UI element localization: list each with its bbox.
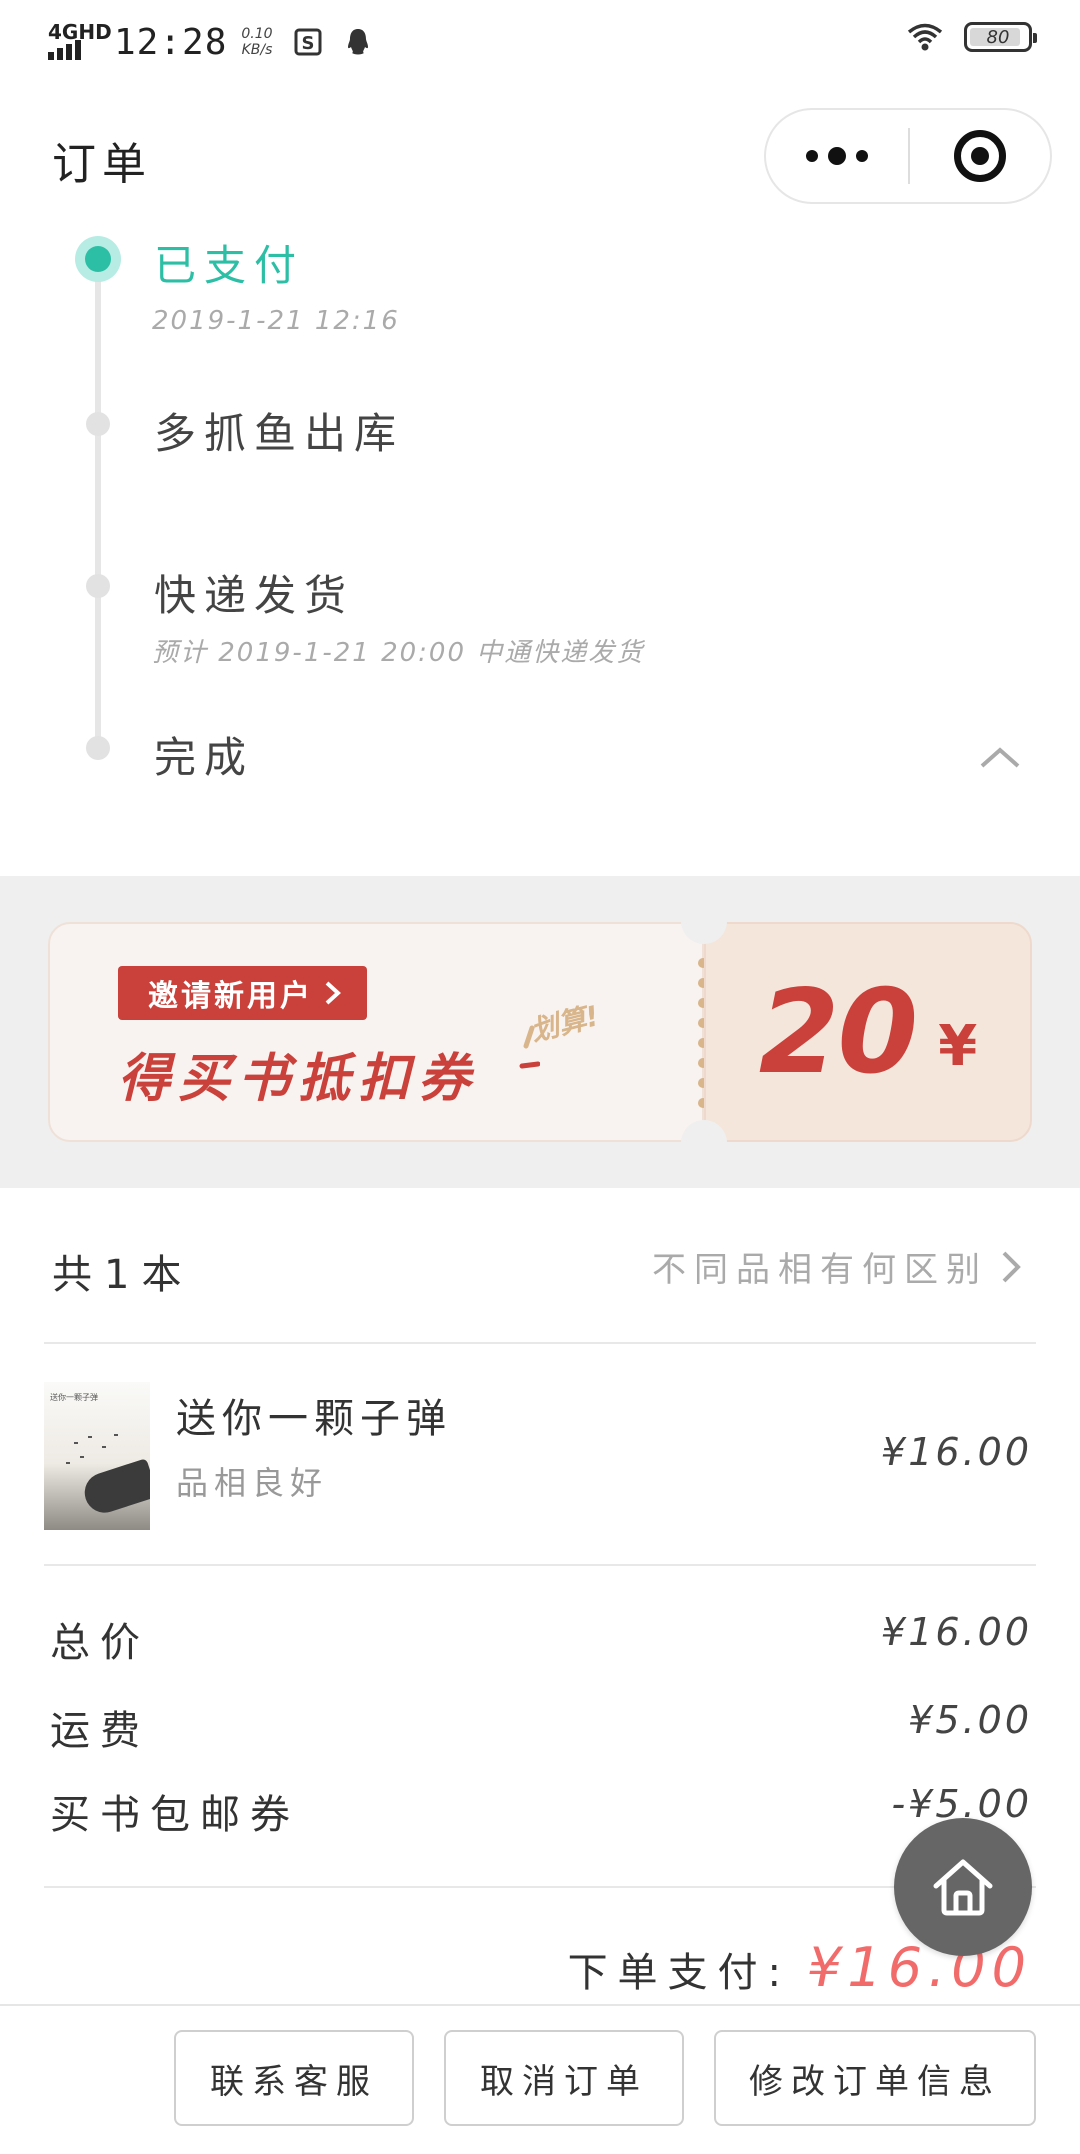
coupon-amount: 20 (758, 964, 918, 1100)
more-dot-icon (856, 150, 868, 162)
wifi-icon (907, 23, 943, 51)
battery-level: 80 (986, 26, 1010, 48)
contact-service-button[interactable]: 联系客服 (174, 2030, 414, 2126)
target-icon (954, 130, 1006, 182)
shipping-row: 运费 ¥5.00 (0, 1698, 1080, 1758)
timeline-step-note: 预计 2019-1-21 20:00 中通快递发货 (152, 638, 645, 668)
book-title: 送你一颗子弹 (176, 1396, 452, 1442)
signal-icon: 4GHD (48, 20, 112, 64)
modify-order-button[interactable]: 修改订单信息 (714, 2030, 1036, 2126)
total-row: 总价 ¥16.00 (0, 1610, 1080, 1670)
shipping-label: 运费 (50, 1708, 150, 1754)
timeline-dot (86, 736, 110, 760)
timeline-dot-active (75, 236, 121, 282)
timeline-step-title: 多抓鱼出库 (154, 409, 405, 458)
list-item[interactable]: 送你一颗子弹 送你一颗子弹 品相良好 ¥16.00 (0, 1346, 1080, 1566)
page-title: 订单 (52, 139, 152, 190)
battery-icon: 80 (964, 22, 1037, 52)
invite-coupon-banner[interactable]: 邀请新用户 划算! 得买书抵扣券 20 ¥ (48, 898, 1032, 1166)
svg-text:S: S (301, 33, 314, 54)
condition-info-link[interactable]: 不同品相有何区别 (652, 1242, 1024, 1291)
invite-tag-label: 邀请新用户 (148, 979, 313, 1014)
timeline-step-title: 完成 (154, 733, 255, 782)
close-button[interactable] (910, 110, 1050, 202)
divider (44, 1342, 1036, 1344)
network-speed: 0.10 KB/s (241, 26, 272, 58)
pay-label: 下单支付: (567, 1950, 792, 1996)
home-icon (933, 1859, 993, 1916)
shipping-value: ¥5.00 (908, 1698, 1032, 1742)
more-dot-icon (828, 147, 846, 165)
more-button[interactable] (766, 110, 908, 202)
timeline-dot (86, 574, 110, 598)
order-timeline: 已支付 2019-1-21 12:16 多抓鱼出库 快递发货 预计 2019-1… (0, 230, 1080, 876)
network-type: 4GHD (48, 20, 112, 44)
total-label: 总价 (50, 1620, 150, 1666)
total-value: ¥16.00 (881, 1610, 1032, 1654)
coupon-label: 买书包邮券 (50, 1792, 300, 1838)
screenshot-icon: S (294, 28, 322, 56)
bottom-action-bar: 联系客服 取消订单 修改订单信息 (0, 2004, 1080, 2154)
book-condition: 品相良好 (176, 1464, 329, 1502)
qq-icon (347, 29, 368, 55)
home-button[interactable] (894, 1818, 1032, 1956)
divider (44, 1886, 1036, 1888)
coupon-currency: ¥ (938, 1013, 978, 1079)
speed-value: 0.10 (241, 26, 273, 42)
nav-bar: 订单 (0, 84, 1080, 230)
book-count-row: 共1本 不同品相有何区别 (0, 1188, 1080, 1344)
timeline-step-time: 2019-1-21 12:16 (152, 306, 400, 336)
coupon-notch (681, 898, 727, 944)
status-bar: 4GHD 12:28 0.10 KB/s S 80 (0, 0, 1080, 84)
coupon-stamp: 划算! (527, 999, 603, 1048)
timeline-step-title: 已支付 (154, 241, 305, 290)
book-cover: 送你一颗子弹 (44, 1382, 150, 1530)
miniprogram-capsule (764, 108, 1052, 204)
timeline-dot (86, 412, 110, 436)
coupon-notch (681, 1120, 727, 1166)
timeline-step-title: 快递发货 (154, 571, 355, 620)
chevron-right-icon (1002, 1251, 1021, 1282)
invite-tag: 邀请新用户 (118, 966, 367, 1020)
chevron-right-icon (325, 981, 341, 1005)
cancel-order-button[interactable]: 取消订单 (444, 2030, 684, 2126)
cover-title: 送你一颗子弹 (50, 1393, 98, 1402)
speed-unit: KB/s (241, 42, 273, 58)
promo-banner-area: 邀请新用户 划算! 得买书抵扣券 20 ¥ (0, 876, 1080, 1188)
coupon-left: 邀请新用户 划算! 得买书抵扣券 (48, 922, 704, 1142)
status-time: 12:28 (114, 21, 228, 63)
more-dot-icon (806, 150, 818, 162)
book-price: ¥16.00 (881, 1430, 1032, 1474)
timeline-line (95, 260, 101, 748)
coupon-right: 20 ¥ (704, 922, 1032, 1142)
chevron-up-icon[interactable] (980, 738, 1020, 778)
coupon-headline: 得买书抵扣券 (118, 1049, 479, 1109)
book-count: 共1本 (52, 1252, 194, 1298)
condition-info-label: 不同品相有何区别 (652, 1250, 988, 1290)
